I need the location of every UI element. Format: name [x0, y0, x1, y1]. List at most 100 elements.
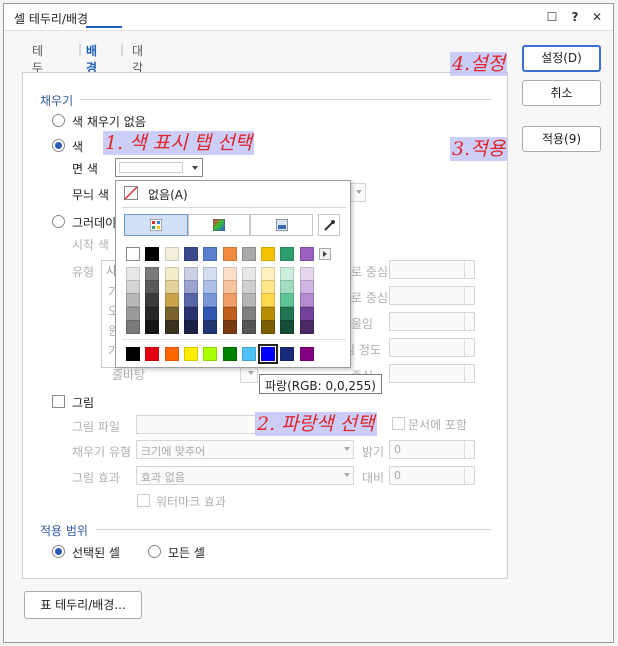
eyedropper-button[interactable] — [318, 214, 340, 236]
shade-color-swatch[interactable] — [164, 306, 179, 321]
palette-tab[interactable] — [124, 214, 188, 236]
color-fill-radio[interactable] — [52, 139, 65, 152]
fill-type-dropdown[interactable]: 크기에 맞추어 — [136, 440, 354, 459]
shade-color-swatch[interactable] — [164, 293, 179, 308]
shade-color-swatch[interactable] — [299, 306, 314, 321]
standard-color-swatch[interactable] — [222, 347, 237, 361]
theme-color-swatch[interactable] — [183, 247, 198, 261]
shade-color-swatch[interactable] — [145, 280, 160, 295]
horizontal-center-spinner[interactable] — [389, 260, 475, 279]
shade-color-swatch[interactable] — [222, 293, 237, 308]
shade-color-swatch[interactable] — [280, 293, 295, 308]
shade-color-swatch[interactable] — [261, 293, 276, 308]
standard-color-swatch[interactable] — [183, 347, 198, 361]
include-in-doc-checkbox[interactable] — [392, 417, 405, 430]
shade-color-swatch[interactable] — [183, 267, 198, 281]
close-icon[interactable]: ✕ — [589, 9, 605, 25]
theme-color-swatch[interactable] — [280, 247, 295, 261]
shade-color-swatch[interactable] — [164, 267, 179, 281]
shade-color-swatch[interactable] — [261, 280, 276, 295]
more-colors-button[interactable] — [319, 248, 331, 260]
brightness-spinner[interactable]: 0 — [389, 440, 475, 459]
tab-background[interactable]: 배경 — [86, 42, 97, 76]
blue-color-swatch[interactable] — [258, 344, 279, 364]
all-cells-radio[interactable] — [148, 545, 161, 558]
shade-color-swatch[interactable] — [203, 319, 218, 334]
shade-color-swatch[interactable] — [299, 293, 314, 308]
shade-color-swatch[interactable] — [241, 306, 256, 321]
shade-color-swatch[interactable] — [261, 319, 276, 334]
ok-button[interactable]: 설정(D) — [522, 45, 601, 72]
watermark-checkbox[interactable] — [137, 494, 150, 507]
shade-color-swatch[interactable] — [126, 306, 140, 321]
face-color-picker[interactable] — [115, 158, 203, 177]
selected-cells-radio[interactable] — [52, 545, 65, 558]
shade-color-swatch[interactable] — [126, 293, 140, 308]
shade-color-swatch[interactable] — [241, 267, 256, 281]
no-color-option[interactable]: 없음(A) — [122, 184, 346, 204]
shade-color-swatch[interactable] — [222, 306, 237, 321]
shade-color-swatch[interactable] — [299, 267, 314, 281]
picture-checkbox[interactable] — [52, 395, 65, 408]
help-icon[interactable]: ? — [567, 9, 583, 25]
theme-color-swatch[interactable] — [126, 247, 140, 261]
center-spinner[interactable] — [389, 364, 475, 383]
shade-color-swatch[interactable] — [299, 319, 314, 334]
shade-color-swatch[interactable] — [299, 280, 314, 295]
spectrum-tab[interactable] — [188, 214, 250, 236]
shade-color-swatch[interactable] — [280, 280, 295, 295]
standard-color-swatch[interactable] — [280, 347, 295, 361]
shade-color-swatch[interactable] — [222, 280, 237, 295]
shade-color-swatch[interactable] — [280, 319, 295, 334]
standard-color-swatch[interactable] — [299, 347, 314, 361]
table-border-background-button[interactable]: 표 테두리/배경... — [24, 591, 142, 619]
standard-color-swatch[interactable] — [145, 347, 160, 361]
shade-color-swatch[interactable] — [241, 293, 256, 308]
shade-color-swatch[interactable] — [145, 306, 160, 321]
theme-color-swatch[interactable] — [145, 247, 160, 261]
theme-color-swatch[interactable] — [203, 247, 218, 261]
shade-color-swatch[interactable] — [203, 280, 218, 295]
theme-color-swatch[interactable] — [222, 247, 237, 261]
shade-color-swatch[interactable] — [280, 267, 295, 281]
no-fill-radio[interactable] — [52, 114, 65, 127]
picture-effect-dropdown[interactable]: 효과 없음 — [136, 466, 354, 485]
standard-color-swatch[interactable] — [241, 347, 256, 361]
vertical-center-spinner[interactable] — [389, 286, 475, 305]
contrast-spinner[interactable]: 0 — [389, 466, 475, 485]
shade-color-swatch[interactable] — [222, 319, 237, 334]
tilt-spinner[interactable] — [389, 312, 475, 331]
theme-color-swatch[interactable] — [261, 247, 276, 261]
shade-color-swatch[interactable] — [241, 280, 256, 295]
shade-color-swatch[interactable] — [222, 267, 237, 281]
theme-color-swatch[interactable] — [299, 247, 314, 261]
shade-color-swatch[interactable] — [164, 319, 179, 334]
shade-color-swatch[interactable] — [203, 267, 218, 281]
spread-spinner[interactable] — [389, 338, 475, 357]
shade-color-swatch[interactable] — [126, 280, 140, 295]
shade-color-swatch[interactable] — [183, 293, 198, 308]
apply-button[interactable]: 적용(9) — [522, 126, 601, 152]
cancel-button[interactable]: 취소 — [522, 80, 601, 106]
screen-color-tab[interactable] — [250, 214, 313, 236]
shade-color-swatch[interactable] — [126, 319, 140, 334]
shade-color-swatch[interactable] — [145, 267, 160, 281]
shade-color-swatch[interactable] — [280, 306, 295, 321]
pattern-shape-dropdown[interactable] — [350, 183, 366, 202]
standard-color-swatch[interactable] — [126, 347, 140, 361]
chat-icon[interactable]: ☐ — [544, 9, 560, 25]
shade-color-swatch[interactable] — [145, 293, 160, 308]
standard-color-swatch[interactable] — [203, 347, 218, 361]
theme-color-swatch[interactable] — [241, 247, 256, 261]
picture-file-input[interactable] — [136, 415, 256, 434]
shade-color-swatch[interactable] — [203, 306, 218, 321]
shade-color-swatch[interactable] — [145, 319, 160, 334]
shade-color-swatch[interactable] — [183, 280, 198, 295]
shade-color-swatch[interactable] — [241, 319, 256, 334]
shade-color-swatch[interactable] — [126, 267, 140, 281]
gradient-radio[interactable] — [52, 215, 65, 228]
shade-color-swatch[interactable] — [261, 306, 276, 321]
shade-color-swatch[interactable] — [261, 267, 276, 281]
shade-color-swatch[interactable] — [164, 280, 179, 295]
theme-color-swatch[interactable] — [164, 247, 179, 261]
